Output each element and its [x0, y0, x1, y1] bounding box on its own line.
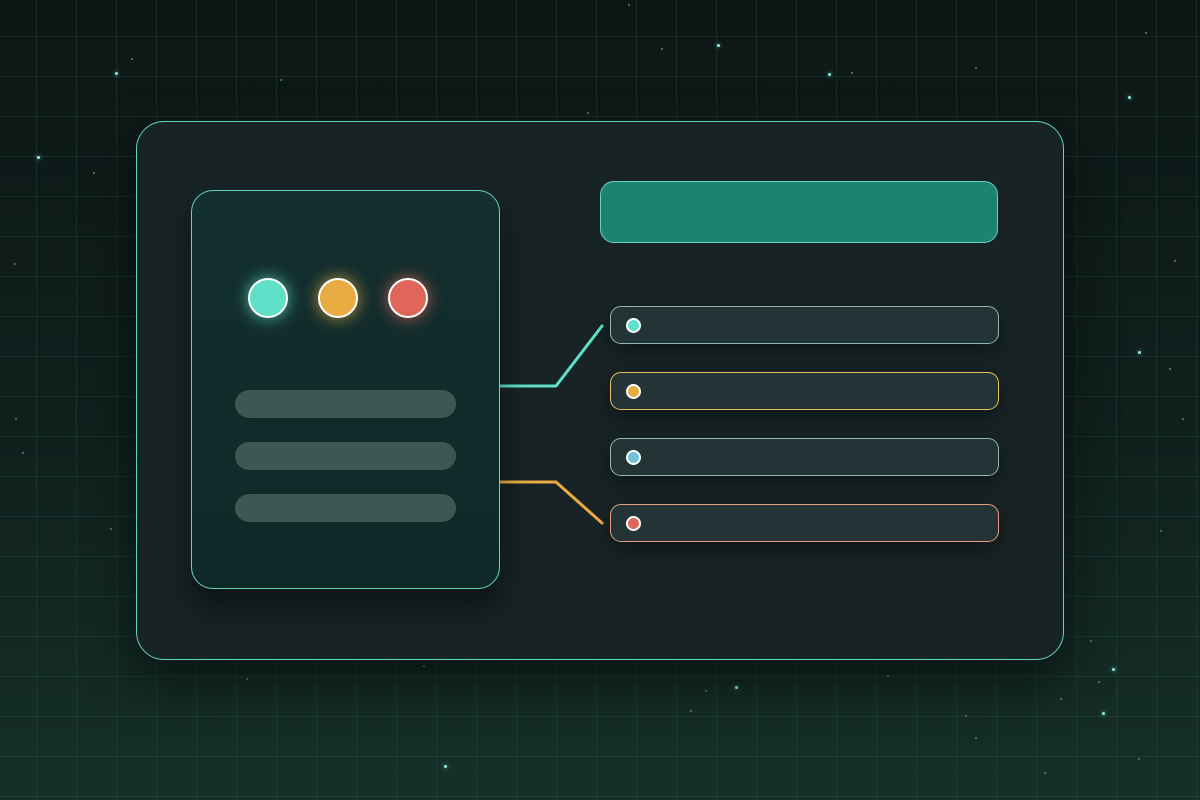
- star: [110, 528, 112, 530]
- star: [1182, 418, 1184, 420]
- placeholder-text-line: [235, 390, 456, 418]
- app-window: [136, 121, 1064, 660]
- list-item[interactable]: [610, 504, 999, 542]
- star: [131, 58, 133, 60]
- placeholder-text-line: [235, 494, 456, 522]
- star: [1138, 351, 1141, 354]
- bullet-blue-icon: [626, 450, 641, 465]
- star: [661, 48, 663, 50]
- star: [705, 690, 707, 692]
- star: [1060, 698, 1062, 700]
- star: [1112, 668, 1115, 671]
- star: [1102, 712, 1105, 715]
- star: [1138, 758, 1140, 760]
- bullet-teal-icon: [626, 318, 641, 333]
- bullet-amber-icon: [626, 384, 641, 399]
- list-item[interactable]: [610, 438, 999, 476]
- list-item[interactable]: [610, 372, 999, 410]
- bullet-red-icon: [626, 516, 641, 531]
- placeholder-text-line: [235, 442, 456, 470]
- status-dot-red-icon[interactable]: [388, 278, 428, 318]
- star: [115, 72, 118, 75]
- star: [1160, 530, 1162, 532]
- star: [828, 73, 831, 76]
- star: [735, 686, 738, 689]
- star: [14, 263, 16, 265]
- star: [975, 67, 977, 69]
- star: [15, 418, 17, 420]
- star: [37, 156, 40, 159]
- star: [280, 79, 282, 81]
- list-item[interactable]: [610, 306, 999, 344]
- star: [587, 112, 589, 114]
- star: [1128, 96, 1131, 99]
- star: [1145, 32, 1147, 34]
- side-panel-card: [191, 190, 500, 589]
- star: [22, 452, 24, 454]
- star: [887, 675, 889, 677]
- star: [1174, 260, 1176, 262]
- connector-teal: [498, 324, 604, 388]
- star: [690, 710, 692, 712]
- star: [1098, 681, 1100, 683]
- star: [628, 4, 630, 6]
- status-dot-amber-icon[interactable]: [318, 278, 358, 318]
- star: [717, 44, 720, 47]
- connector-amber: [498, 480, 604, 525]
- star: [423, 665, 425, 667]
- star: [246, 678, 248, 680]
- star: [975, 737, 977, 739]
- star: [851, 72, 853, 74]
- star: [1044, 772, 1046, 774]
- star: [444, 765, 447, 768]
- status-dot-teal-icon[interactable]: [248, 278, 288, 318]
- header-bar[interactable]: [600, 181, 998, 243]
- star: [1169, 368, 1171, 370]
- star: [1090, 640, 1092, 642]
- star: [93, 172, 95, 174]
- star: [965, 715, 967, 717]
